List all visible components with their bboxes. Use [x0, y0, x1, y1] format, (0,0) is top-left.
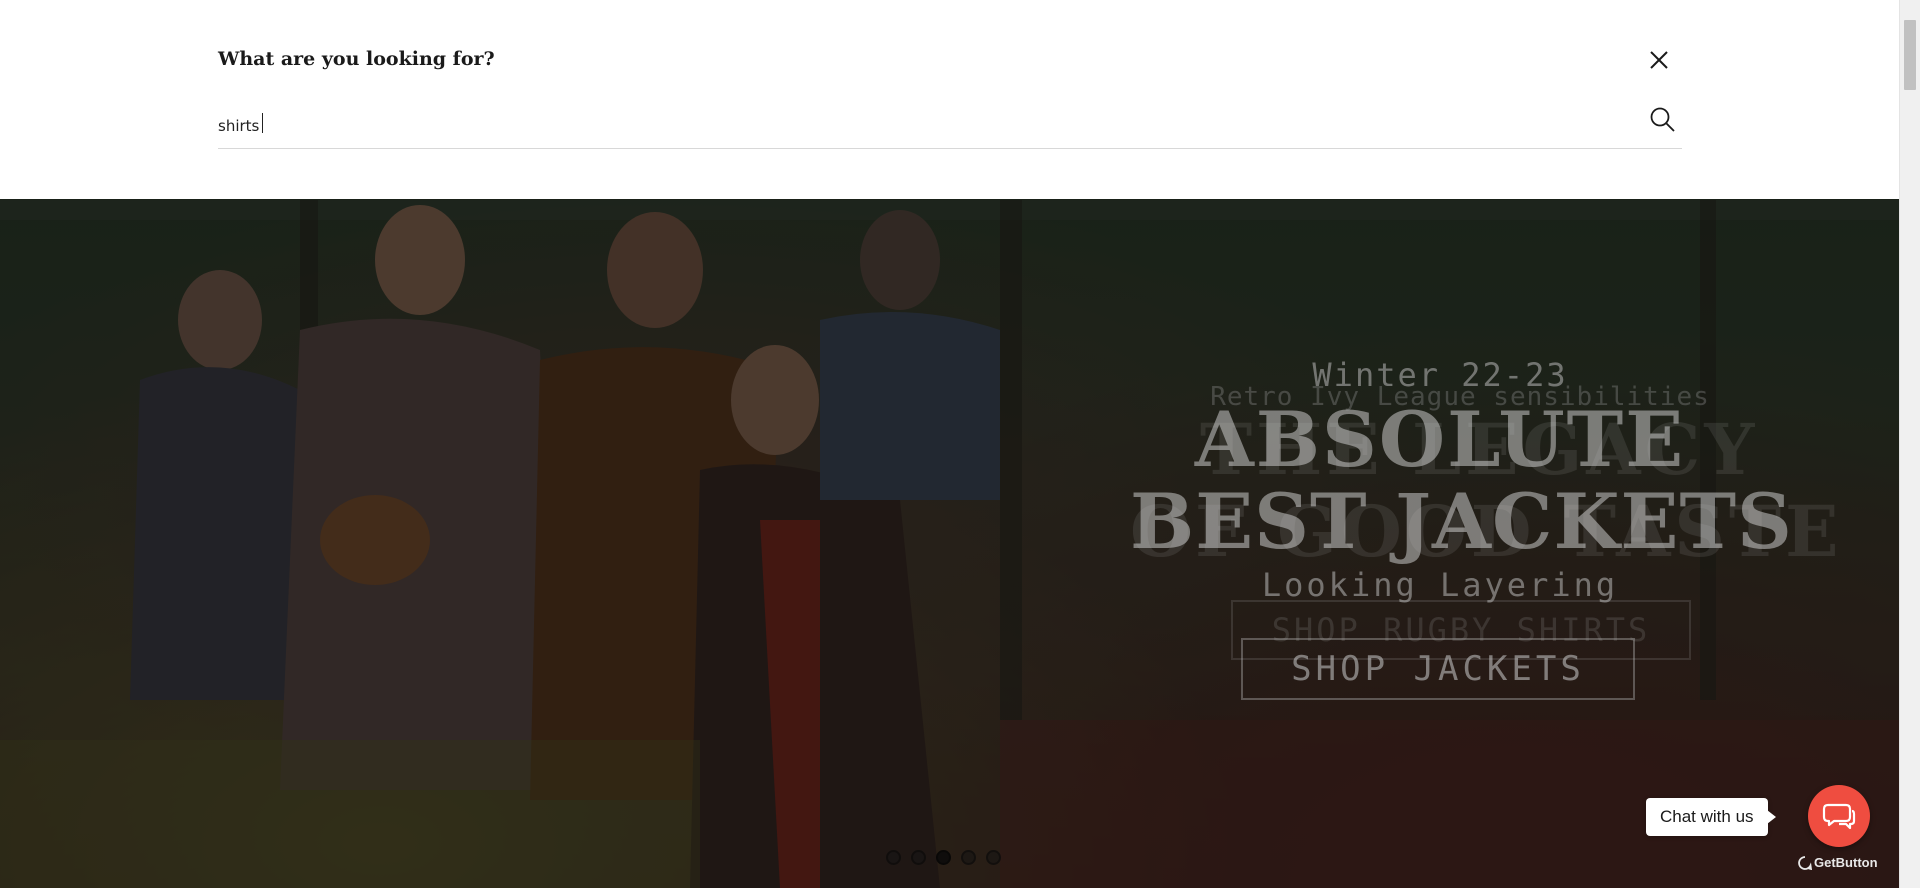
close-icon	[1650, 51, 1668, 69]
hero-season: Winter 22-23	[1312, 356, 1568, 394]
chat-icon	[1822, 803, 1856, 830]
getbutton-logo-icon	[1798, 855, 1812, 870]
slider-dot-1[interactable]	[886, 850, 901, 865]
slider-dots	[886, 850, 1001, 865]
slider-dot-4[interactable]	[961, 850, 976, 865]
text-caret	[262, 113, 263, 133]
hero-headline-line2: BEST JACKETS	[1130, 477, 1793, 566]
chat-bubble-label[interactable]: Chat with us	[1646, 798, 1776, 836]
getbutton-branding[interactable]: GetButton	[1798, 855, 1878, 870]
search-input[interactable]	[218, 109, 1598, 143]
scrollbar-thumb[interactable]	[1904, 20, 1916, 90]
getbutton-label: GetButton	[1814, 855, 1878, 870]
shop-jackets-button[interactable]: SHOP JACKETS	[1241, 638, 1635, 700]
hero-tagline: Looking Layering	[1261, 566, 1619, 604]
search-panel-title: What are you looking for?	[218, 48, 495, 70]
search-field-row	[218, 103, 1682, 149]
close-search-button[interactable]	[1648, 49, 1670, 71]
page-scrollbar[interactable]	[1899, 0, 1920, 888]
slider-dot-3[interactable]	[936, 850, 951, 865]
search-submit-button[interactable]	[1648, 105, 1678, 135]
slider-dot-2[interactable]	[911, 850, 926, 865]
search-icon	[1650, 107, 1675, 132]
search-panel: What are you looking for?	[0, 0, 1899, 199]
chat-button[interactable]	[1808, 785, 1870, 847]
hero-headline-line1: ABSOLUTE	[1194, 395, 1686, 484]
slider-dot-5[interactable]	[986, 850, 1001, 865]
